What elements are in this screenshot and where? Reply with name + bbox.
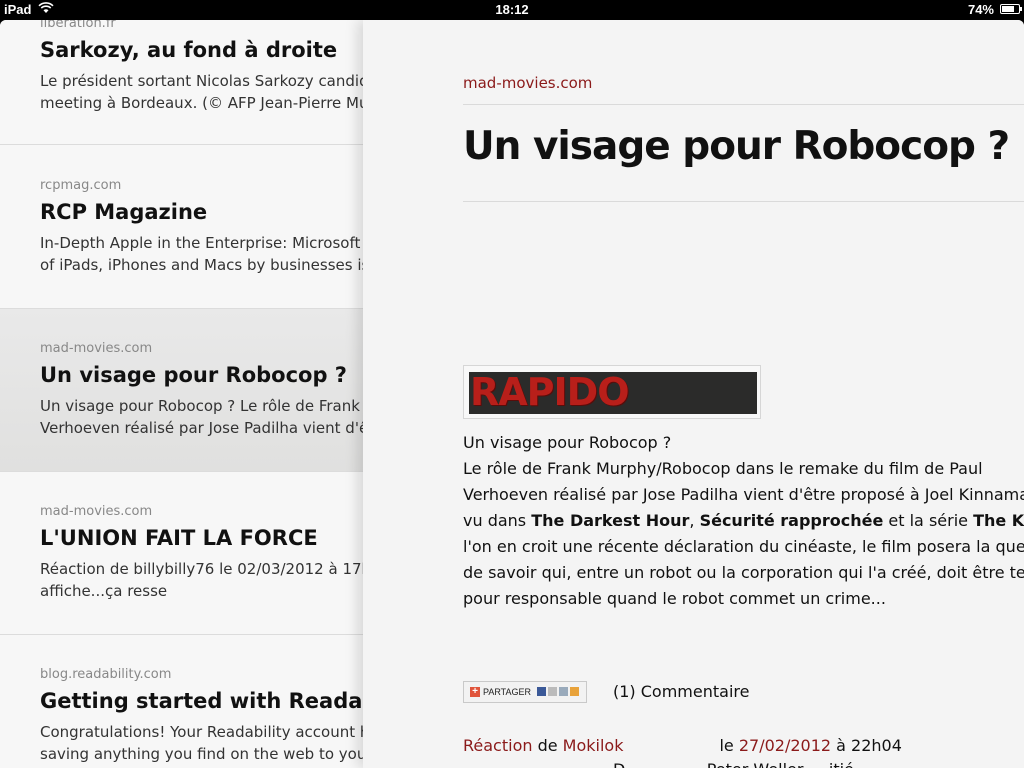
item-title: L'UNION FAIT LA FORCE — [40, 526, 318, 550]
item-snippet: affiche...ça resse — [40, 582, 168, 600]
divider — [463, 201, 1024, 202]
article-headline: Un visage pour Robocop ? — [463, 124, 1010, 169]
item-domain: rcpmag.com — [40, 178, 122, 193]
comments-link[interactable]: (1) Commentaire — [613, 682, 749, 701]
comment-author-link[interactable]: Mokilok — [563, 736, 624, 755]
comment-text: D... ... ... ... Peter Weller ... itié — [613, 760, 854, 768]
list-item[interactable]: blog.readability.com Getting started wit… — [0, 635, 363, 768]
item-snippet: Verhoeven réalisé par Jose Padilha vient… — [40, 419, 363, 437]
item-domain: mad-movies.com — [40, 341, 153, 356]
share-label: PARTAGER — [483, 687, 532, 697]
body-line: pour responsable quand le robot commet u… — [463, 589, 886, 608]
item-title: Un visage pour Robocop ? — [40, 363, 347, 387]
article-body: Un visage pour Robocop ? Le rôle de Fran… — [463, 430, 1024, 612]
item-snippet: saving anything you find on the web to y… — [40, 745, 363, 763]
body-line: Verhoeven réalisé par Jose Padilha vient… — [463, 485, 1024, 504]
item-domain: blog.readability.com — [40, 667, 172, 682]
item-title: Sarkozy, au fond à droite — [40, 38, 338, 62]
battery-icon — [1000, 4, 1022, 14]
plus-icon: + — [470, 687, 480, 697]
item-title: RCP Magazine — [40, 200, 208, 224]
divider — [463, 104, 1024, 105]
item-snippet: of iPads, iPhones and Macs by businesses… — [40, 256, 363, 274]
social-icons — [537, 687, 581, 697]
body-line: Le rôle de Frank Murphy/Robocop dans le … — [463, 459, 983, 478]
app-screen: liberation.fr Sarkozy, au fond à droite … — [0, 20, 1024, 768]
status-bar: iPad 18:12 74% — [0, 0, 1024, 20]
item-snippet: Congratulations! Your Readability accoun… — [40, 723, 363, 741]
article-list[interactable]: liberation.fr Sarkozy, au fond à droite … — [0, 20, 363, 768]
banner-text: RAPIDO — [470, 372, 630, 414]
article-image: RAPIDO — [463, 365, 761, 419]
item-snippet: Un visage pour Robocop ? Le rôle de Fran… — [40, 397, 360, 415]
item-snippet: meeting à Bordeaux. (© AFP Jean-Pierre M… — [40, 94, 363, 112]
body-line: vu dans The Darkest Hour, Sécurité rappr… — [463, 511, 1024, 530]
item-domain: mad-movies.com — [40, 504, 153, 519]
item-domain: liberation.fr — [40, 20, 116, 31]
reaction-label: Réaction — [463, 736, 533, 755]
rapido-banner: RAPIDO — [469, 372, 757, 414]
list-item[interactable]: mad-movies.com L'UNION FAIT LA FORCE Réa… — [0, 472, 363, 635]
comment-header: Réaction de Mokilok le 27/02/2012 à 22h04 — [463, 736, 902, 755]
list-item[interactable]: liberation.fr Sarkozy, au fond à droite … — [0, 20, 363, 145]
clock: 18:12 — [495, 2, 529, 17]
battery-percent: 74% — [967, 2, 994, 17]
item-snippet: In-Depth Apple in the Enterprise: Micros… — [40, 234, 361, 252]
item-snippet: Le président sortant Nicolas Sarkozy can… — [40, 72, 363, 90]
body-line: Un visage pour Robocop ? — [463, 433, 672, 452]
article-reader[interactable]: mad-movies.com Un visage pour Robocop ? … — [363, 20, 1024, 768]
article-source-link[interactable]: mad-movies.com — [463, 74, 592, 92]
body-line: de savoir qui, entre un robot ou la corp… — [463, 563, 1024, 582]
item-title: Getting started with Readabilit — [40, 689, 363, 713]
share-button[interactable]: + PARTAGER — [463, 681, 587, 703]
list-item[interactable]: rcpmag.com RCP Magazine In-Depth Apple i… — [0, 146, 363, 309]
list-item-selected[interactable]: mad-movies.com Un visage pour Robocop ? … — [0, 309, 363, 472]
body-line: l'on en croit une récente déclaration du… — [463, 537, 1024, 556]
item-snippet: Réaction de billybilly76 le 02/03/2012 à… — [40, 560, 363, 578]
comment-date-link[interactable]: 27/02/2012 — [739, 736, 831, 755]
